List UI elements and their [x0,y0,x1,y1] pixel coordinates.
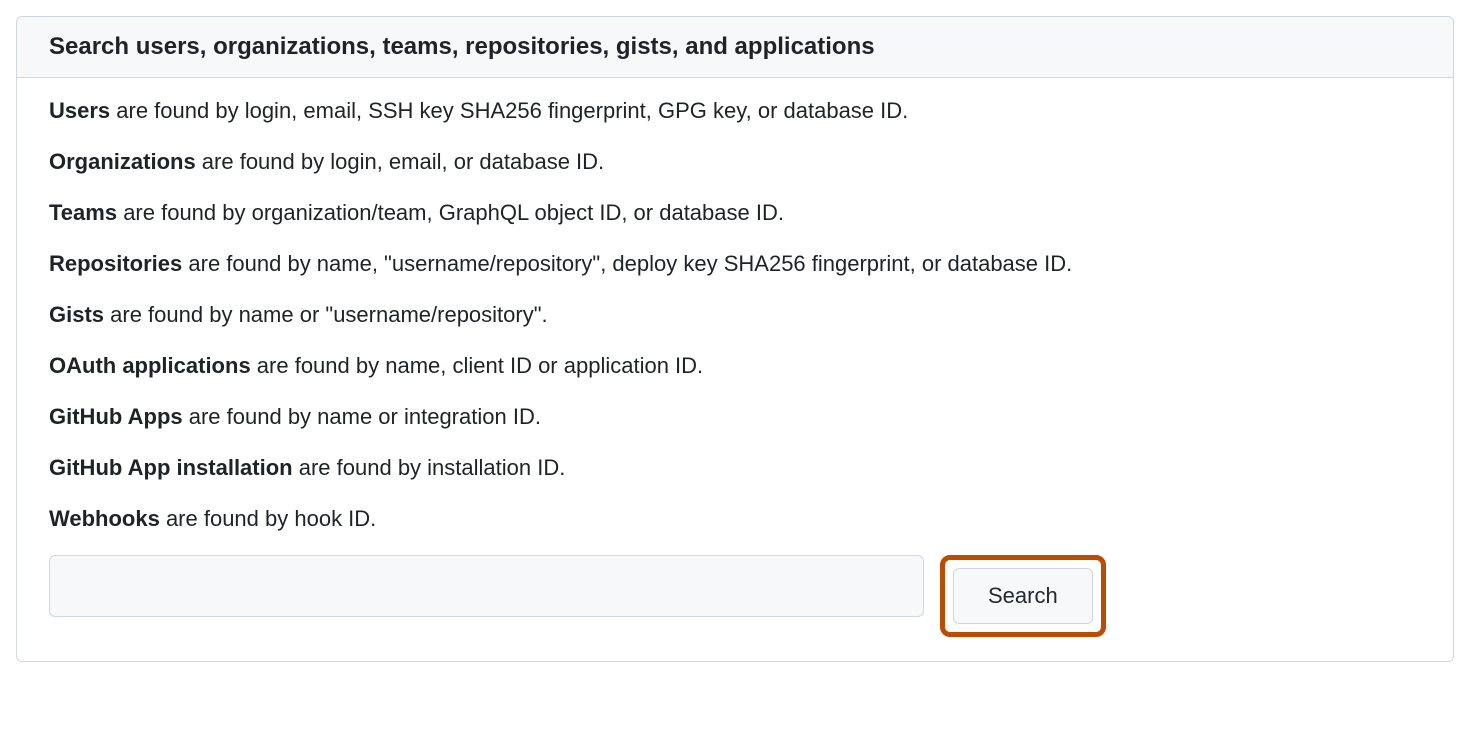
help-desc-github-app-installation: are found by installation ID. [293,455,566,480]
help-line-organizations: Organizations are found by login, email,… [49,145,1421,178]
panel-body: Users are found by login, email, SSH key… [17,78,1453,661]
search-button[interactable]: Search [953,568,1093,624]
help-label-organizations: Organizations [49,149,196,174]
help-line-github-apps: GitHub Apps are found by name or integra… [49,400,1421,433]
help-label-webhooks: Webhooks [49,506,160,531]
search-button-highlight: Search [940,555,1106,637]
search-row: Search [49,555,1421,637]
panel-title: Search users, organizations, teams, repo… [49,33,1421,61]
help-desc-users: are found by login, email, SSH key SHA25… [110,98,908,123]
search-panel: Search users, organizations, teams, repo… [16,16,1454,662]
help-line-teams: Teams are found by organization/team, Gr… [49,196,1421,229]
help-label-github-apps: GitHub Apps [49,404,183,429]
panel-header: Search users, organizations, teams, repo… [17,17,1453,78]
help-label-repositories: Repositories [49,251,182,276]
search-input[interactable] [49,555,924,617]
help-label-users: Users [49,98,110,123]
help-line-webhooks: Webhooks are found by hook ID. [49,502,1421,535]
help-desc-github-apps: are found by name or integration ID. [183,404,541,429]
help-line-oauth-applications: OAuth applications are found by name, cl… [49,349,1421,382]
help-line-gists: Gists are found by name or "username/rep… [49,298,1421,331]
help-desc-organizations: are found by login, email, or database I… [196,149,604,174]
help-line-github-app-installation: GitHub App installation are found by ins… [49,451,1421,484]
help-line-users: Users are found by login, email, SSH key… [49,94,1421,127]
help-label-gists: Gists [49,302,104,327]
help-desc-gists: are found by name or "username/repositor… [104,302,548,327]
help-desc-webhooks: are found by hook ID. [160,506,376,531]
help-label-teams: Teams [49,200,117,225]
help-desc-repositories: are found by name, "username/repository"… [182,251,1072,276]
help-label-github-app-installation: GitHub App installation [49,455,293,480]
help-desc-teams: are found by organization/team, GraphQL … [117,200,784,225]
help-desc-oauth-applications: are found by name, client ID or applicat… [251,353,703,378]
help-line-repositories: Repositories are found by name, "usernam… [49,247,1421,280]
help-label-oauth-applications: OAuth applications [49,353,251,378]
